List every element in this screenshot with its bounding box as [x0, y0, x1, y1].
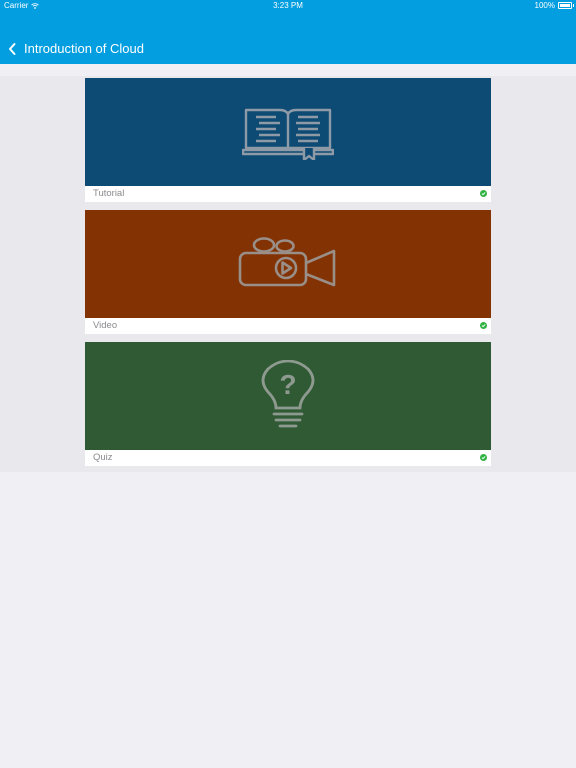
list-item: ? Quiz	[0, 340, 576, 472]
quiz-card[interactable]: ? Quiz	[85, 342, 491, 466]
list-item: Tutorial	[0, 76, 576, 208]
battery-status: 100%	[534, 1, 574, 10]
check-circle-icon	[480, 322, 487, 329]
tutorial-card[interactable]: Tutorial	[85, 78, 491, 202]
open-book-icon	[242, 108, 334, 160]
lightbulb-question-icon: ?	[261, 360, 315, 428]
video-label: Video	[93, 320, 118, 331]
status-bar: Carrier 3:23 PM 100%	[0, 0, 576, 12]
page-title: Introduction of Cloud	[24, 41, 144, 56]
tutorial-label: Tutorial	[93, 188, 125, 199]
check-circle-icon	[480, 454, 487, 461]
list-item: Video	[0, 208, 576, 340]
quiz-label: Quiz	[93, 452, 113, 463]
battery-icon	[558, 2, 574, 9]
video-card[interactable]: Video	[85, 210, 491, 334]
navigation-bar: Introduction of Cloud	[0, 12, 576, 64]
svg-text:?: ?	[279, 369, 296, 400]
status-time: 3:23 PM	[273, 1, 303, 10]
battery-percent: 100%	[534, 1, 555, 10]
video-camera-icon	[238, 237, 336, 287]
tutorial-banner	[85, 78, 491, 186]
quiz-banner: ?	[85, 342, 491, 450]
chevron-left-icon	[9, 42, 16, 55]
video-banner	[85, 210, 491, 318]
check-circle-icon	[480, 190, 487, 197]
back-button[interactable]: Introduction of Cloud	[7, 41, 144, 56]
